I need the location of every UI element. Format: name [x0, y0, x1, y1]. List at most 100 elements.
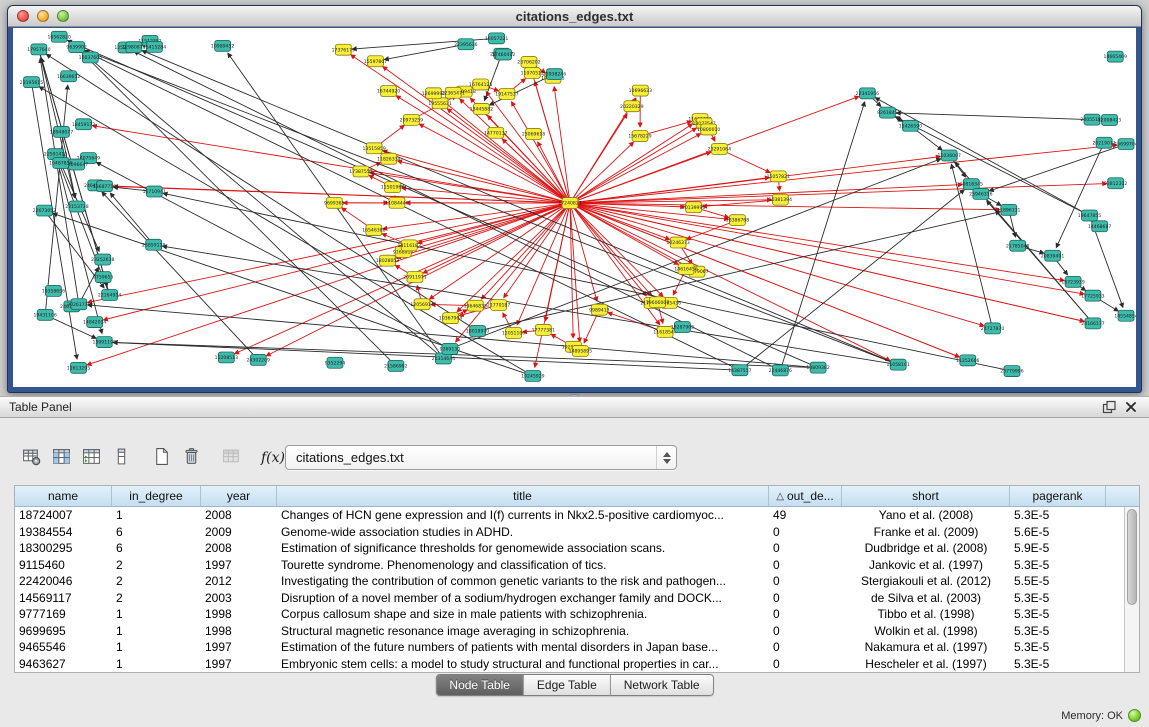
graph-node[interactable]: 11613295 [67, 362, 90, 373]
table-cell[interactable]: 2 [112, 558, 201, 572]
graph-node[interactable]: 14387557 [728, 365, 751, 376]
table-cell[interactable]: 0 [769, 624, 842, 638]
table-cell[interactable]: 2003 [201, 591, 277, 605]
graph-edge[interactable] [110, 193, 153, 245]
graph-node[interactable]: 11252606 [956, 355, 979, 366]
show-columns-button[interactable] [46, 444, 76, 471]
graph-node[interactable]: 10246373 [666, 237, 689, 248]
graph-node[interactable]: 15699704 [1114, 139, 1136, 150]
graph-node[interactable]: 11826334 [377, 153, 400, 164]
graph-node[interactable]: 23291064 [708, 144, 731, 155]
graph-node[interactable]: 13646835 [464, 300, 487, 311]
table-cell[interactable]: Yano et al. (2008) [842, 508, 1010, 522]
graph-node[interactable]: 18948077 [50, 126, 73, 137]
graph-node[interactable]: 16639652 [57, 71, 80, 82]
graph-node[interactable]: 11896111 [997, 204, 1020, 215]
graph-edge[interactable] [447, 109, 570, 203]
graph-node[interactable]: 9261845 [877, 107, 898, 118]
graph-node[interactable]: 9269130 [440, 343, 461, 354]
graph-node[interactable]: 10367964 [439, 313, 462, 324]
table-cell[interactable]: 18300295 [15, 541, 112, 555]
graph-node[interactable]: 21770187 [487, 300, 510, 311]
graph-node[interactable]: 10381394 [769, 194, 792, 205]
graph-node[interactable]: 16723939 [1061, 276, 1084, 287]
graph-node[interactable]: 9699365 [324, 197, 345, 208]
table-cell[interactable]: Jankovic et al. (1997) [842, 558, 1010, 572]
graph-node[interactable]: 19818345 [960, 179, 983, 190]
graph-node[interactable]: 19245929 [521, 370, 544, 381]
column-header-name[interactable]: name [15, 486, 112, 506]
graph-node[interactable]: 23779996 [1000, 366, 1023, 377]
memory-status-icon[interactable] [1128, 709, 1141, 722]
graph-node[interactable]: 16057221 [485, 33, 508, 44]
graph-node[interactable]: 22164914 [98, 290, 121, 301]
graph-edge[interactable] [570, 142, 634, 203]
graph-node[interactable]: 15415284 [143, 41, 166, 52]
graph-node[interactable]: 22446876 [769, 365, 792, 376]
table-cell[interactable]: 6 [112, 541, 201, 555]
table-cell[interactable]: Dudbridge et al. (2008) [842, 541, 1010, 555]
table-cell[interactable]: 0 [769, 607, 842, 621]
graph-node[interactable]: 22153738 [65, 201, 88, 212]
graph-node[interactable]: 22673052 [33, 205, 56, 216]
graph-node[interactable]: 14468687 [1088, 221, 1111, 232]
graph-node[interactable]: 22395636 [454, 39, 477, 50]
table-cell[interactable]: 2 [112, 574, 201, 588]
graph-edge[interactable] [570, 98, 636, 203]
graph-edge[interactable] [396, 203, 570, 258]
table-cell[interactable]: 22420046 [15, 574, 112, 588]
graph-node[interactable]: 14665469 [1104, 51, 1127, 62]
table-cell[interactable]: 0 [769, 640, 842, 654]
table-row[interactable]: 969969511998Structural magnetic resonanc… [15, 623, 1124, 640]
table-cell[interactable]: Genome-wide association studies in ADHD. [277, 525, 769, 539]
table-cell[interactable]: 1 [112, 508, 201, 522]
table-cell[interactable]: 0 [769, 657, 842, 671]
graph-node[interactable]: 19147537 [495, 88, 518, 99]
table-cell[interactable]: 1997 [201, 558, 277, 572]
import-table-button[interactable] [216, 444, 246, 471]
table-cell[interactable]: 1 [112, 640, 201, 654]
graph-edge[interactable] [85, 50, 898, 364]
table-cell[interactable]: 5.3E-5 [1010, 508, 1106, 522]
window-titlebar[interactable]: citations_edges.txt [8, 6, 1141, 27]
column-header-short[interactable]: short [842, 486, 1010, 506]
graph-node[interactable]: 20261778 [67, 299, 90, 310]
graph-node[interactable]: 23252638 [91, 254, 114, 265]
graph-edge[interactable] [570, 203, 1064, 280]
graph-edge[interactable] [87, 203, 570, 365]
graph-node[interactable]: 23195615 [20, 77, 43, 88]
graph-node[interactable]: 16710941 [143, 186, 166, 197]
column-header-out_de[interactable]: △out_de... [769, 486, 842, 506]
table-cell[interactable]: Nakamura et al. (1997) [842, 640, 1010, 654]
graph-node[interactable]: 18459172 [72, 119, 95, 130]
table-cell[interactable]: 5.3E-5 [1010, 558, 1106, 572]
table-cell[interactable]: 9777169 [15, 607, 112, 621]
table-cell[interactable]: 1 [112, 607, 201, 621]
graph-node[interactable]: 13687718 [93, 181, 116, 192]
graph-node[interactable]: 15057821 [767, 171, 790, 182]
table-cell[interactable]: 2009 [201, 525, 277, 539]
graph-edge[interactable] [740, 190, 964, 370]
graph-node[interactable]: 14554854 [1114, 310, 1136, 321]
graph-node[interactable]: 20911971 [403, 271, 426, 282]
table-cell[interactable]: Estimation of the future numbers of pati… [277, 640, 769, 654]
table-row[interactable]: 946554611997Estimation of the future num… [15, 639, 1124, 656]
graph-node[interactable]: 11036007 [938, 150, 961, 161]
tab-node-table[interactable]: Node Table [436, 675, 524, 695]
table-cell[interactable]: 0 [769, 525, 842, 539]
graph-node[interactable]: 15678229 [628, 130, 651, 141]
column-header-title[interactable]: title [277, 486, 769, 506]
table-cell[interactable]: 1 [112, 624, 201, 638]
graph-node[interactable]: 19431106 [34, 309, 57, 320]
table-cell[interactable]: Changes of HCN gene expression and I(f) … [277, 508, 769, 522]
graph-node[interactable]: 18116183 [398, 240, 421, 251]
graph-node[interactable]: 16287902 [671, 322, 694, 333]
graph-node[interactable]: 15208513 [215, 352, 238, 363]
table-cell[interactable]: 5.3E-5 [1010, 657, 1106, 671]
table-cell[interactable]: Wolkin et al. (1998) [842, 624, 1010, 638]
network-canvas[interactable]: 1724082119299981177773811205110021770187… [13, 28, 1136, 387]
graph-node[interactable]: 20219071 [1092, 137, 1115, 148]
graph-node[interactable]: 19647855 [1078, 210, 1101, 221]
table-cell[interactable]: 9463627 [15, 657, 112, 671]
graph-node[interactable]: 13445882 [470, 103, 493, 114]
